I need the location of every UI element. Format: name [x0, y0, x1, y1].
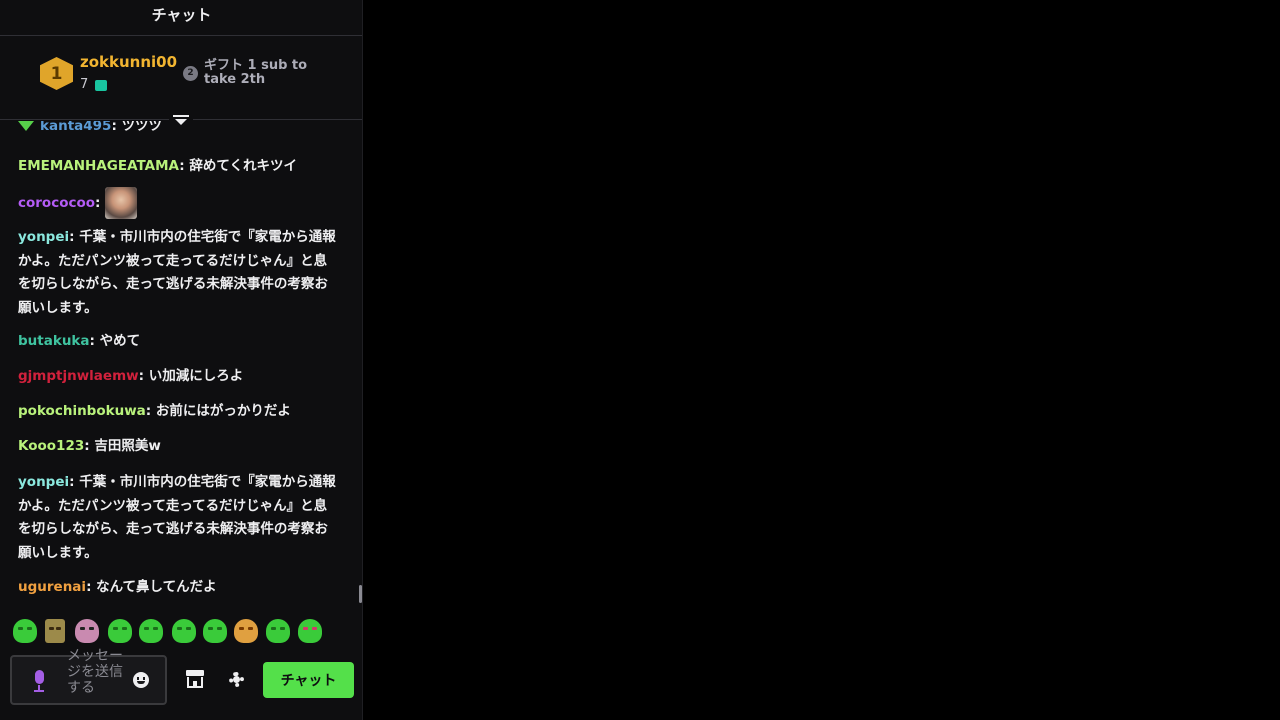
- chat-username[interactable]: butakuka: [18, 333, 90, 349]
- chat-username[interactable]: pokochinbokuwa: [18, 403, 146, 419]
- chat-input[interactable]: メッセージを送信する: [10, 648, 167, 705]
- collapse-bar: [173, 115, 189, 117]
- chat-message: butakuka: やめて: [18, 333, 141, 349]
- gift-prompt-line-1: ギフト 1 sub to: [204, 58, 308, 73]
- chat-username[interactable]: yonpei: [18, 474, 69, 490]
- chat-message: kanta495: ツツツ: [18, 121, 338, 139]
- chat-text: やめて: [99, 333, 141, 349]
- chat-title: チャット: [151, 6, 212, 24]
- chat-text: ツツツ: [121, 121, 163, 134]
- microphone-icon[interactable]: [33, 670, 45, 692]
- chat-panel: チャット 1 zokkunni00 7 2 ギフト 1 sub to take …: [0, 0, 363, 720]
- chat-username[interactable]: gjmptjnwlaemw: [18, 368, 139, 384]
- chat-text: なんて鼻してんだよ: [96, 579, 217, 595]
- chat-input-placeholder: メッセージを送信する: [67, 648, 123, 696]
- chat-message: ugurenai: なんて鼻してんだよ: [18, 579, 217, 595]
- emote-icon[interactable]: [298, 619, 322, 643]
- rank-1-gift-count: 7: [80, 77, 89, 92]
- chat-message-list: kanta495: ツツツ EMEMANHAGEATAMA: 辞めてくれキツイ …: [0, 121, 358, 606]
- chat-username[interactable]: Kooo123: [18, 438, 84, 454]
- chat-text: お前にはがっかりだよ: [155, 403, 291, 419]
- chat-message: EMEMANHAGEATAMA: 辞めてくれキツイ: [18, 158, 297, 174]
- chat-message: corococoo:: [18, 187, 338, 219]
- gear-icon[interactable]: [229, 672, 244, 687]
- emote-icon[interactable]: [234, 619, 258, 643]
- chat-message: Kooo123: 吉田照美w: [18, 438, 161, 454]
- chat-username[interactable]: EMEMANHAGEATAMA: [18, 158, 179, 174]
- chat-username[interactable]: ugurenai: [18, 579, 86, 595]
- store-icon[interactable]: [186, 670, 204, 689]
- bits-badge-icon: [18, 121, 34, 131]
- gift-sub-prompt[interactable]: ギフト 1 sub to take 2th: [204, 59, 324, 87]
- face-emote[interactable]: [105, 187, 138, 219]
- chat-message: pokochinbokuwa: お前にはがっかりだよ: [18, 403, 291, 419]
- chat-text: 吉田照美w: [94, 438, 161, 454]
- emote-icon[interactable]: [139, 619, 163, 643]
- chat-message: yonpei: 千葉・市川市内の住宅街で『家電から通報かよ。ただパンツ被って走っ…: [18, 474, 336, 561]
- chat-username[interactable]: kanta495: [40, 121, 111, 134]
- emote-bar: [12, 619, 352, 647]
- rank-1-username[interactable]: zokkunni00: [80, 53, 177, 71]
- emote-icon[interactable]: [75, 619, 99, 643]
- emote-icon[interactable]: [13, 619, 37, 643]
- emote-icon[interactable]: [45, 619, 65, 643]
- chat-username[interactable]: yonpei: [18, 229, 69, 245]
- chat-text: い加減にしろよ: [148, 368, 244, 384]
- chat-username[interactable]: corococoo: [18, 195, 95, 211]
- emote-icon[interactable]: [172, 619, 196, 643]
- emote-icon[interactable]: [108, 619, 132, 643]
- chat-message: yonpei: 千葉・市川市内の住宅街で『家電から通報かよ。ただパンツ被って走っ…: [18, 229, 336, 316]
- gift-icon: [95, 80, 107, 91]
- emoji-icon[interactable]: [133, 672, 149, 688]
- chat-header: チャット: [0, 0, 362, 36]
- chat-scrollbar[interactable]: [359, 585, 362, 603]
- chat-text: 辞めてくれキツイ: [189, 158, 297, 174]
- emote-icon[interactable]: [203, 619, 227, 643]
- emote-icon[interactable]: [266, 619, 290, 643]
- chat-message: gjmptjnwlaemw: い加減にしろよ: [18, 368, 244, 384]
- rank-2-badge: 2: [183, 66, 198, 81]
- send-chat-button[interactable]: チャット: [263, 662, 354, 698]
- gift-prompt-line-2: take 2th: [204, 72, 266, 87]
